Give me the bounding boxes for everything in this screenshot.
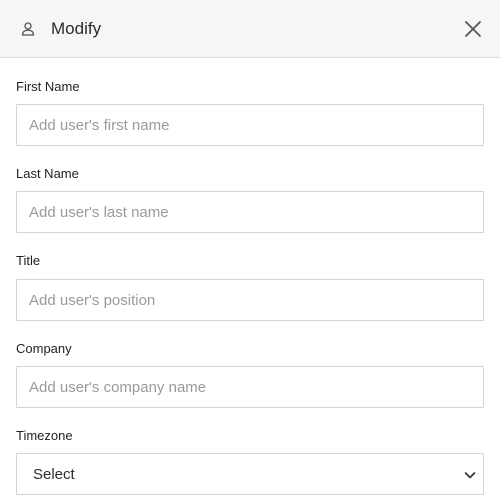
modify-user-panel: Modify First Name Last Name Title Compan… xyxy=(0,0,500,500)
timezone-select[interactable]: Select xyxy=(16,453,484,495)
first-name-input[interactable] xyxy=(16,104,484,146)
first-name-label: First Name xyxy=(16,79,80,94)
company-label: Company xyxy=(16,341,72,356)
title-input[interactable] xyxy=(16,279,484,321)
timezone-selected-value: Select xyxy=(33,466,75,483)
last-name-input[interactable] xyxy=(16,191,484,233)
chevron-down-icon xyxy=(464,472,476,479)
close-button[interactable] xyxy=(460,16,486,42)
company-input[interactable] xyxy=(16,366,484,408)
title-label: Title xyxy=(16,253,41,268)
panel-title: Modify xyxy=(51,19,102,38)
panel-header: Modify xyxy=(0,0,500,58)
timezone-label: Timezone xyxy=(16,428,73,443)
user-icon xyxy=(21,22,35,36)
last-name-label: Last Name xyxy=(16,166,79,181)
close-icon xyxy=(465,21,481,37)
